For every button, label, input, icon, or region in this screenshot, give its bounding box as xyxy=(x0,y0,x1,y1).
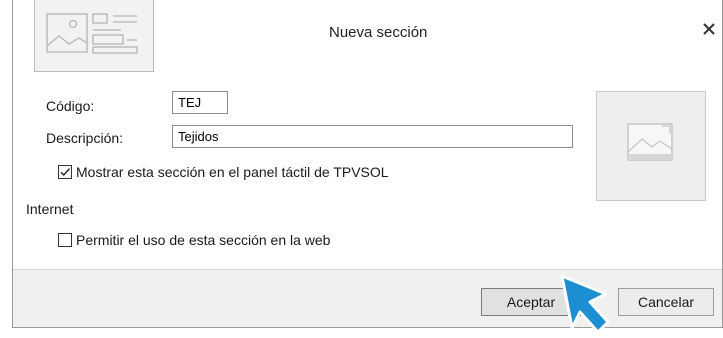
codigo-field[interactable]: TEJ xyxy=(172,91,228,114)
dialog-footer: Aceptar Cancelar xyxy=(13,269,722,327)
descripcion-label: Descripción: xyxy=(46,130,124,146)
section-thumbnail-icon xyxy=(34,0,154,72)
codigo-label: Código: xyxy=(46,98,95,114)
internet-heading: Internet xyxy=(26,201,74,217)
image-placeholder-icon xyxy=(627,123,673,161)
dialog-title: Nueva sección xyxy=(329,24,428,41)
nueva-seccion-dialog: Nueva sección Código: TEJ Descripción: T… xyxy=(12,0,723,328)
descripcion-field[interactable]: Tejidos xyxy=(172,125,573,148)
close-icon[interactable] xyxy=(699,18,719,40)
tactil-checkbox[interactable] xyxy=(58,165,72,179)
tactil-checkbox-row[interactable]: Mostrar esta sección en el panel táctil … xyxy=(58,164,389,180)
tactil-checkbox-label: Mostrar esta sección en el panel táctil … xyxy=(76,164,389,180)
section-image[interactable] xyxy=(596,91,706,201)
cancelar-button[interactable]: Cancelar xyxy=(618,288,714,316)
web-checkbox-label: Permitir el uso de esta sección en la we… xyxy=(76,232,331,248)
web-checkbox-row[interactable]: Permitir el uso de esta sección en la we… xyxy=(58,232,330,248)
mouse-pointer-icon xyxy=(560,274,610,334)
web-checkbox[interactable] xyxy=(58,233,72,247)
